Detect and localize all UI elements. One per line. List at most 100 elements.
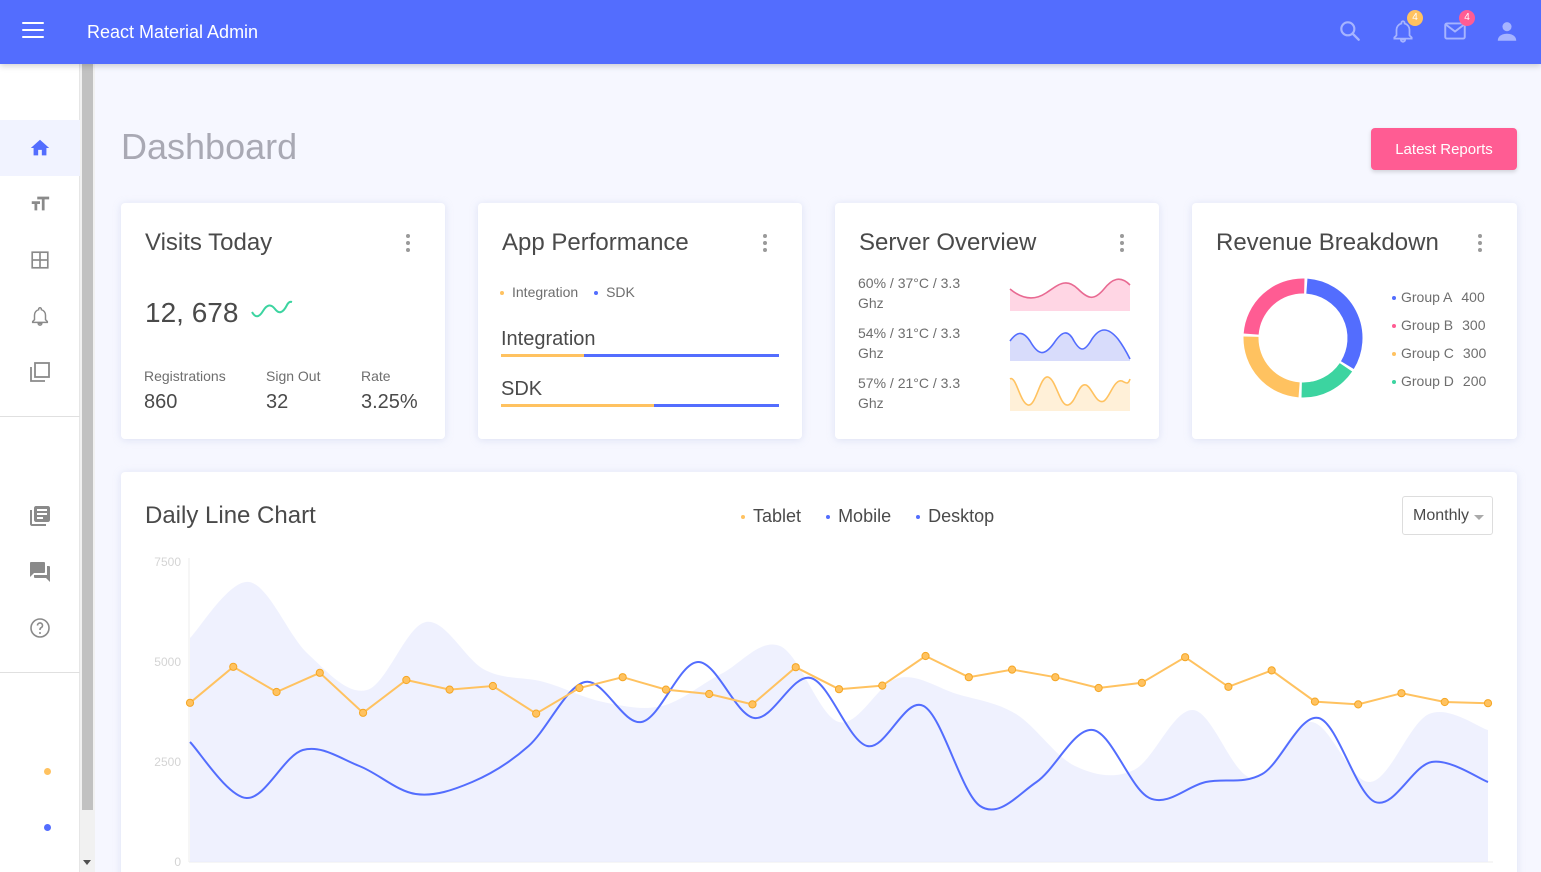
tablet-point xyxy=(1051,673,1060,682)
legend-item: Group D 200 xyxy=(1392,367,1486,395)
more-icon[interactable] xyxy=(1473,234,1487,252)
server-stat-line: Ghz xyxy=(858,395,884,411)
legend-item: Group B 300 xyxy=(1392,311,1486,339)
trend-sparkline xyxy=(251,300,293,318)
server-stat-line: 60% / 37°C / 3.3 xyxy=(858,275,961,291)
typography-icon xyxy=(31,196,50,211)
legend-dot xyxy=(741,515,745,520)
sidebar-item-support[interactable] xyxy=(0,544,80,600)
tablet-point xyxy=(1483,699,1493,708)
legend-value: 400 xyxy=(1461,289,1485,305)
tablet-point xyxy=(1137,678,1146,687)
revenue-breakdown-card: Revenue Breakdown Group A 400 Group B 300 … xyxy=(1192,203,1517,439)
latest-reports-button[interactable]: Latest Reports xyxy=(1371,128,1517,170)
legend-value: 300 xyxy=(1462,317,1486,333)
legend-dot xyxy=(1392,296,1396,301)
sidebar-item-dashboard[interactable] xyxy=(0,120,80,176)
legend-value: 200 xyxy=(1462,373,1487,389)
sidebar-item-library[interactable] xyxy=(0,488,80,544)
notifications-button[interactable]: 4 xyxy=(1390,10,1423,46)
progress-label: SDK xyxy=(501,378,543,400)
tablet-point xyxy=(1354,700,1363,709)
period-select-value: Monthly xyxy=(1413,507,1470,524)
more-icon[interactable] xyxy=(758,234,772,252)
server-stat-line: Ghz xyxy=(858,295,884,311)
chart-legend: Tablet Mobile Desktop xyxy=(741,506,994,527)
legend-dot xyxy=(1392,352,1396,357)
progress-bar xyxy=(501,404,779,407)
more-icon[interactable] xyxy=(1115,234,1129,252)
tablet-point xyxy=(791,663,800,672)
tablet-point xyxy=(834,685,844,694)
legend-dot xyxy=(826,515,831,520)
legend-dot xyxy=(1392,380,1396,385)
visits-today-card: Visits Today 12, 678 Registrations 860 S… xyxy=(121,203,445,439)
y-tick-label: 0 xyxy=(174,855,181,869)
stat-label: Sign Out xyxy=(266,368,321,384)
card-title: Visits Today xyxy=(145,229,273,256)
revenue-donut-chart xyxy=(1243,278,1363,398)
daily-line-chart: 7500 5000 2500 0 xyxy=(154,555,1493,869)
scrollbar-thumb[interactable] xyxy=(82,64,93,810)
more-icon[interactable] xyxy=(401,234,415,252)
server-sparkline xyxy=(1009,278,1131,311)
tablet-point xyxy=(1267,666,1276,675)
sidebar xyxy=(0,64,80,872)
tablet-point xyxy=(229,662,238,671)
donut-slice-group-d xyxy=(1301,362,1353,398)
app-bar: React Material Admin 4 4 xyxy=(0,0,1541,64)
stat-label: Registrations xyxy=(144,368,226,384)
legend-dot xyxy=(500,291,504,296)
sidebar-dot-yellow[interactable] xyxy=(44,768,51,775)
server-sparkline xyxy=(1009,376,1131,411)
legend-item: Group A 400 xyxy=(1392,283,1486,311)
tablet-point xyxy=(1094,683,1103,693)
sidebar-item-notifications[interactable] xyxy=(0,288,80,344)
legend-dot xyxy=(594,291,599,296)
sidebar-divider xyxy=(0,416,80,417)
table-icon xyxy=(31,251,49,269)
sidebar-item-tables[interactable] xyxy=(0,232,80,288)
tablet-point xyxy=(748,700,757,709)
y-tick-label: 7500 xyxy=(154,555,181,569)
app-performance-card: App Performance Integration SDK Integrat… xyxy=(478,203,802,439)
scroll-down-arrow[interactable] xyxy=(83,860,91,865)
legend-item: Group C 300 xyxy=(1392,339,1486,367)
account-icon[interactable] xyxy=(1494,18,1522,46)
server-stat-line: 54% / 31°C / 3.3 xyxy=(858,325,961,341)
card-title: Server Overview xyxy=(859,229,1037,256)
tablet-point xyxy=(575,683,584,693)
y-tick-label: 5000 xyxy=(154,655,181,669)
forum-icon xyxy=(30,562,50,582)
donut-slice-group-b xyxy=(1243,278,1305,335)
server-sparkline xyxy=(1009,329,1131,361)
stat-value: 3.25% xyxy=(361,391,418,413)
sidebar-item-typography[interactable] xyxy=(0,176,80,232)
sidebar-divider xyxy=(0,672,80,673)
server-stat: 60% / 37°C / 3.3 Ghz xyxy=(858,273,960,313)
tablet-point xyxy=(1397,689,1406,698)
card-title: App Performance xyxy=(502,229,689,256)
chevron-down-icon xyxy=(1474,515,1484,520)
library-books-icon xyxy=(30,506,50,526)
messages-button[interactable]: 4 xyxy=(1442,10,1475,46)
tablet-point xyxy=(272,687,281,697)
period-select[interactable]: Monthly xyxy=(1402,496,1493,535)
legend-dot xyxy=(1392,324,1396,329)
search-icon[interactable] xyxy=(1337,18,1365,46)
library-icon xyxy=(30,362,50,382)
sidebar-dot-blue[interactable] xyxy=(44,824,51,831)
legend-label: Integration xyxy=(512,284,579,300)
performance-legend: Integration SDK xyxy=(500,284,635,300)
server-stat-line: 57% / 21°C / 3.3 xyxy=(858,375,961,391)
sidebar-item-ui-elements[interactable] xyxy=(0,344,80,400)
donut-slice-group-c xyxy=(1243,336,1300,398)
sidebar-item-faq[interactable] xyxy=(0,600,80,656)
menu-icon[interactable] xyxy=(22,22,44,42)
stat-value: 32 xyxy=(266,391,289,413)
donut-slice-group-a xyxy=(1306,278,1363,370)
revenue-legend: Group A 400 Group B 300 Group C 300 Group D… xyxy=(1392,283,1486,395)
tablet-point xyxy=(1181,653,1190,662)
tablet-point xyxy=(1224,682,1233,691)
server-stat-line: Ghz xyxy=(858,345,884,361)
